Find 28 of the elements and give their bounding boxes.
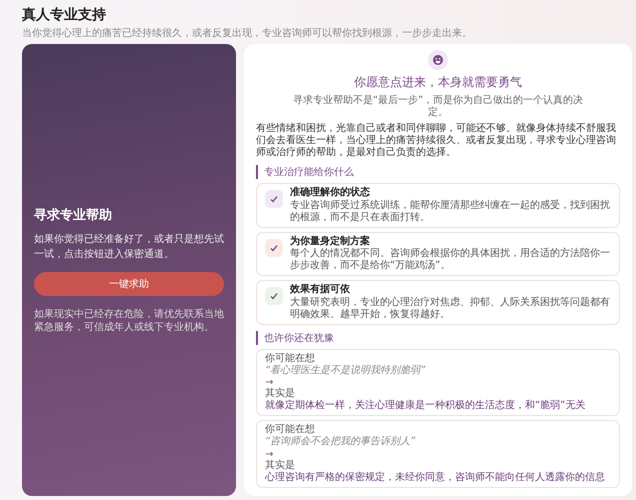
benefit-title: 为你量身定制方案 [290, 236, 371, 248]
arrow-icon: → [265, 448, 274, 460]
section-heading: 也许你还在犹豫 [256, 330, 620, 344]
panel-title: 寻求专业帮助 [34, 206, 113, 224]
benefit-title: 效果有据可依 [290, 284, 351, 296]
page-subtitle: 当你觉得心理上的痛苦已经持续很久，或者反复出现，专业咨询师可以帮你找到根源，一步步走出来。 [22, 26, 473, 40]
benefit-title: 准确理解你的状态 [290, 187, 371, 200]
intro-paragraph: 有些情绪和困扰，光靠自己或者和同伴聊聊，可能还不够。就像身体持续不舒服我们会去看医生一样，当心理上的痛苦持续很久、或者反复出现，寻求专业心理咨询师或治疗师的帮助，是最对自己负责的选择。 [256, 123, 617, 159]
benefit-text: 每个人的情况都不同。咨询师会根据你的具体困扰，用合适的方法陪你一步步改善，而不是给你“万能鸡汤”。 [290, 248, 611, 272]
help-button[interactable]: 一键求助 [34, 272, 224, 296]
answer-label: 其实是 [265, 388, 295, 400]
answer-label: 其实是 [265, 460, 295, 472]
myth-quote: “咨询师会不会把我的事告诉别人” [265, 436, 416, 448]
smiley-icon [428, 50, 448, 70]
benefit-text: 专业咨询师受过系统训练，能帮你厘清那些纠缠在一起的感受，找到困扰的根源，而不是只在表面打转。 [290, 200, 611, 224]
subline: 寻求专业帮助不是“最后一步”，而是你为自己做出的一个认真的决定。 [292, 95, 584, 119]
myth-label: 你可能在想 [265, 352, 315, 364]
answer-text: 就像定期体检一样，关注心理健康是一种积极的生活态度，和“脆弱”无关 [265, 400, 586, 412]
arrow-icon: → [265, 377, 274, 388]
page-title: 真人专业支持 [22, 6, 107, 24]
panel-description: 如果你觉得已经准备好了，或者只是想先试一试，点击按钮进入保密通道。 [34, 232, 224, 262]
headline: 你愿意点进来，本身就需要勇气 [353, 74, 523, 91]
safety-note: 如果现实中已经存在危险，请优先联系当地紧急服务，可信成年人或线下专业机构。 [34, 308, 224, 334]
section-heading: 专业治疗能给你什么 [256, 165, 620, 179]
answer-text: 心理咨询有严格的保密规定，未经你同意，咨询师不能向任何人透露你的信息 [265, 472, 605, 484]
benefit-text: 大量研究表明，专业的心理治疗对焦虑、抑郁、人际关系困扰等问题都有明确效果。越早开始，恢复得越好。 [290, 296, 611, 320]
myth-label: 你可能在想 [265, 424, 315, 436]
myth-quote: “看心理医生是不是说明我特别脆弱” [265, 364, 426, 377]
